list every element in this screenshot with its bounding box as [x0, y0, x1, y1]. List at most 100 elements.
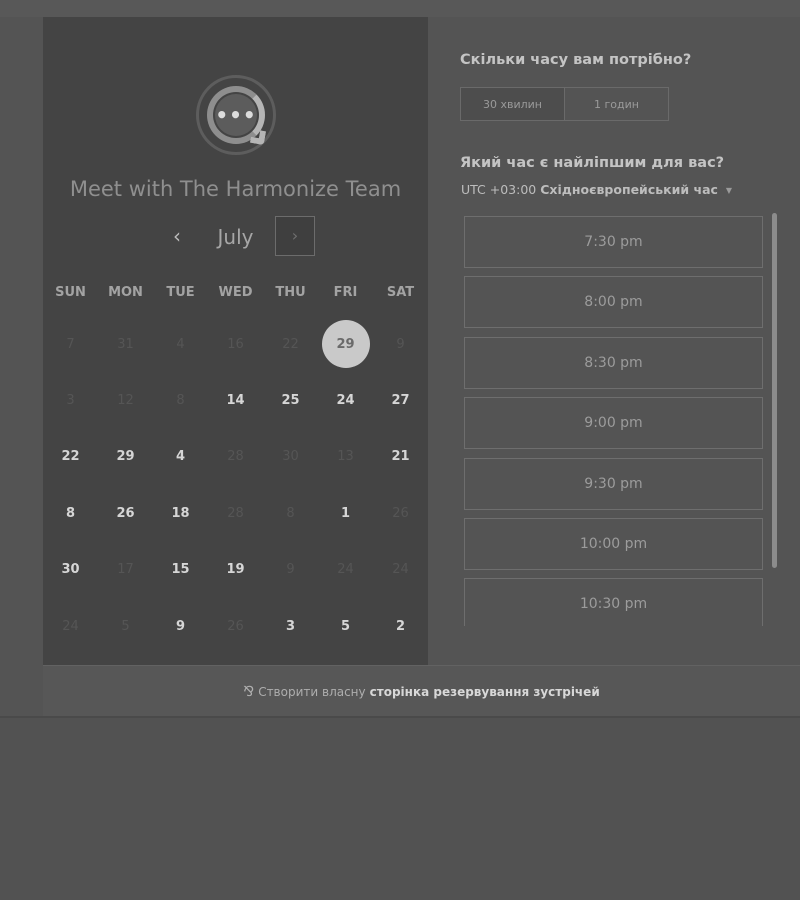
top-strip [0, 0, 800, 17]
duration-30min-button[interactable]: 30 хвилин [461, 88, 565, 120]
calendar-day[interactable]: 2 [373, 598, 428, 654]
calendar-day[interactable]: 29 [98, 429, 153, 485]
footer-banner[interactable]: ⅋ Створити власну сторінка резервування … [43, 665, 800, 717]
calendar-day-number: 8 [176, 392, 185, 408]
calendar-day: 24 [373, 542, 428, 598]
weekday-header: SUN MON TUE WED THU FRI SAT [43, 285, 428, 305]
calendar-day[interactable]: 22 [43, 429, 98, 485]
booking-panel: Скільки часу вам потрібно? 30 хвилин 1 г… [428, 17, 800, 665]
calendar-week-row: 7 31 4 16 22 29 9 [43, 316, 428, 372]
calendar-day[interactable]: 27 [373, 372, 428, 428]
calendar-week-row: 8 26 18 28 8 1 26 [43, 485, 428, 541]
calendar-day-number: 17 [117, 562, 134, 578]
calendar-day-number: 18 [171, 505, 190, 521]
calendar-day-number: 4 [175, 449, 186, 465]
calendar-day: 7 [43, 316, 98, 372]
calendar-day: 3 [43, 372, 98, 428]
calendar-day[interactable]: 14 [208, 372, 263, 428]
calendar-day: 24 [43, 598, 98, 654]
calendar-day: 28 [208, 485, 263, 541]
calendar-day: 12 [98, 372, 153, 428]
calendar-day[interactable]: 25 [263, 372, 318, 428]
calendar-day[interactable]: 9 [153, 598, 208, 654]
calendar-day[interactable]: 8 [43, 485, 98, 541]
logo-ring: ••• [207, 86, 267, 146]
timezone-selector[interactable]: UTC +03:00 Східноєвропейський час ▼ [461, 182, 732, 197]
calendar-day[interactable]: 4 [153, 429, 208, 485]
calendar-day: 30 [263, 429, 318, 485]
calendar-day-number: 24 [337, 562, 354, 578]
calendar-day: 31 [98, 316, 153, 372]
next-month-button[interactable]: › [275, 216, 315, 256]
calendar-day[interactable]: 21 [373, 429, 428, 485]
divider [0, 716, 800, 718]
calendar-day[interactable]: 30 [43, 542, 98, 598]
calendar-day-number: 24 [336, 392, 355, 408]
calendar-day: 8 [153, 372, 208, 428]
calendar-day[interactable]: 15 [153, 542, 208, 598]
calendar-day-number: 2 [395, 618, 406, 634]
weekday-fri: FRI [333, 285, 358, 300]
timezone-name: Східноєвропейський час [540, 182, 718, 197]
calendar-day-number: 8 [286, 505, 295, 521]
time-slot[interactable]: 8:00 pm [464, 276, 763, 329]
duration-1hour-button[interactable]: 1 годин [565, 88, 668, 120]
calendar-day-selected[interactable]: 29 [318, 316, 373, 372]
calendar-day-number: 28 [227, 505, 244, 521]
calendar-day-number: 28 [227, 449, 244, 465]
calendar-day-number: 9 [396, 336, 405, 352]
calendar-week-row: 24 5 9 26 3 5 2 [43, 598, 428, 654]
calendar-day-number: 26 [227, 618, 244, 634]
calendar-day[interactable]: 24 [318, 372, 373, 428]
calendar-week-row: 22 29 4 28 30 13 21 [43, 429, 428, 485]
calendar-panel: ••• Meet with The Harmonize Team ‹ July … [43, 17, 428, 665]
logo-tail [249, 128, 267, 146]
time-slot[interactable]: 8:30 pm [464, 336, 763, 389]
duration-selector: 30 хвилин 1 годин [460, 87, 669, 121]
prev-month-button[interactable]: ‹ [164, 223, 190, 249]
calendar-day[interactable]: 26 [98, 485, 153, 541]
calendar-day[interactable]: 1 [318, 485, 373, 541]
chevron-down-icon: ▼ [725, 186, 733, 195]
calendar-day-number: 8 [65, 505, 76, 521]
calendar-day: 9 [373, 316, 428, 372]
time-slot[interactable]: 10:00 pm [464, 517, 763, 570]
weekday-wed: WED [218, 285, 253, 300]
time-question: Який час є найліпшим для вас? [460, 155, 725, 171]
calendar-day: 22 [263, 316, 318, 372]
month-label: July [217, 225, 254, 249]
time-slot[interactable]: 9:00 pm [464, 397, 763, 450]
side-strip [0, 17, 43, 717]
calendar-day: 26 [208, 598, 263, 654]
footer-text: Створити власну [258, 684, 366, 699]
calendar-day-number: 5 [340, 618, 351, 634]
time-slot[interactable]: 9:30 pm [464, 457, 763, 510]
calendar-day[interactable]: 18 [153, 485, 208, 541]
month-navigation: ‹ July › [43, 215, 428, 259]
hubspot-sprocket-icon: ⅋ [243, 683, 255, 700]
calendar-day[interactable]: 3 [263, 598, 318, 654]
team-logo: ••• [196, 75, 276, 155]
weekday-sat: SAT [386, 285, 415, 300]
timezone-offset: UTC +03:00 [461, 182, 537, 197]
calendar-day-number: 15 [171, 562, 190, 578]
scrollbar[interactable] [772, 213, 777, 568]
calendar-day-number: 7 [66, 336, 75, 352]
calendar-day-number: 30 [282, 449, 299, 465]
calendar-day-number: 29 [321, 320, 370, 368]
calendar-day: 8 [263, 485, 318, 541]
calendar-day[interactable]: 5 [318, 598, 373, 654]
calendar-day-number: 24 [392, 562, 409, 578]
calendar-day-number: 25 [281, 392, 300, 408]
time-slot[interactable]: 7:30 pm [464, 216, 763, 268]
calendar-day-number: 27 [391, 392, 410, 408]
time-slot[interactable]: 10:30 pm [464, 578, 763, 626]
footer-link[interactable]: сторінка резервування зустрічей [370, 685, 600, 699]
calendar-day-number: 24 [62, 618, 79, 634]
calendar-day-number: 22 [61, 449, 80, 465]
calendar-day: 17 [98, 542, 153, 598]
calendar-day[interactable]: 19 [208, 542, 263, 598]
calendar-week-row: 3 12 8 14 25 24 27 [43, 372, 428, 428]
calendar-day-number: 9 [175, 618, 186, 634]
calendar-day-number: 14 [226, 392, 245, 408]
